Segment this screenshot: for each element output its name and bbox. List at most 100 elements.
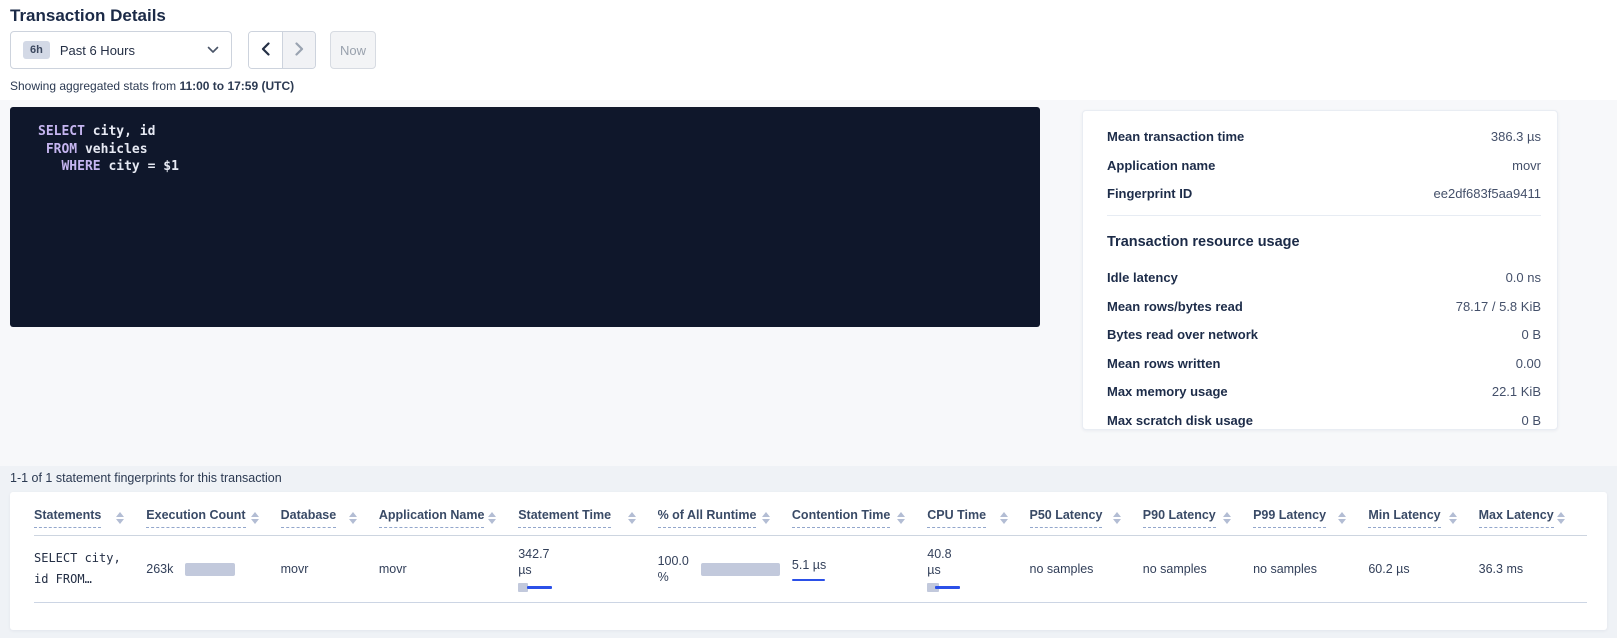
sort-arrows-icon[interactable] xyxy=(1557,512,1565,524)
column-header-application-name[interactable]: Application Name xyxy=(379,492,518,536)
sort-arrows-icon[interactable] xyxy=(897,512,905,524)
column-header-p50-latency[interactable]: P50 Latency xyxy=(1030,492,1143,536)
summary-value: 78.17 / 5.8 KiB xyxy=(1456,299,1541,314)
statement-fingerprint-link[interactable]: SELECT city, id FROM… xyxy=(34,548,134,590)
statement-time-bar xyxy=(518,583,560,592)
cpu-time-unit: µs xyxy=(927,562,1017,578)
summary-value: ee2df683f5aa9411 xyxy=(1434,186,1541,201)
time-range-label: Past 6 Hours xyxy=(60,43,207,58)
sql-text: city, id xyxy=(85,124,155,139)
summary-panel: Mean transaction time 386.3 µs Applicati… xyxy=(1082,110,1558,430)
execution-count-value: 263k xyxy=(146,562,173,576)
column-header-execution-count[interactable]: Execution Count xyxy=(146,492,280,536)
column-header-cpu-time[interactable]: CPU Time xyxy=(927,492,1029,536)
sql-keyword: FROM xyxy=(46,142,77,157)
sql-indent xyxy=(38,159,61,174)
sort-arrows-icon[interactable] xyxy=(762,512,770,524)
column-label: CPU Time xyxy=(927,508,986,528)
column-label: % of All Runtime xyxy=(658,508,757,528)
time-range-dropdown[interactable]: 6h Past 6 Hours xyxy=(10,31,232,69)
statement-cell[interactable]: SELECT city, id FROM… xyxy=(34,536,146,603)
column-header-database[interactable]: Database xyxy=(281,492,379,536)
runtime-percent-cell: 100.0 % xyxy=(658,536,792,603)
statement-row: SELECT city, id FROM… 263k movr movr xyxy=(34,536,1587,603)
chevron-down-icon xyxy=(207,41,219,59)
next-interval-button[interactable] xyxy=(282,32,315,68)
sort-arrows-icon[interactable] xyxy=(251,512,259,524)
column-header-runtime-percent[interactable]: % of All Runtime xyxy=(658,492,792,536)
summary-value: 0.00 xyxy=(1516,356,1541,371)
chevron-left-icon xyxy=(261,42,270,59)
summary-label: Bytes read over network xyxy=(1107,327,1258,342)
summary-label: Mean rows/bytes read xyxy=(1107,299,1243,314)
min-latency-cell: 60.2 µs xyxy=(1368,536,1478,603)
column-header-p90-latency[interactable]: P90 Latency xyxy=(1143,492,1253,536)
summary-row: Max memory usage 22.1 KiB xyxy=(1107,384,1541,399)
runtime-percent-bar xyxy=(701,563,780,576)
sort-arrows-icon[interactable] xyxy=(1000,512,1008,524)
sort-arrows-icon[interactable] xyxy=(1338,512,1346,524)
column-header-max-latency[interactable]: Max Latency xyxy=(1479,492,1587,536)
sort-arrows-icon[interactable] xyxy=(1113,512,1121,524)
summary-row: Bytes read over network 0 B xyxy=(1107,327,1541,342)
time-range-badge: 6h xyxy=(23,41,50,59)
sql-text: vehicles xyxy=(77,142,147,157)
contention-time-cell: 5.1 µs xyxy=(792,536,927,603)
statements-section: 1-1 of 1 statement fingerprints for this… xyxy=(0,466,1617,638)
column-label: P99 Latency xyxy=(1253,508,1326,528)
runtime-percent-value: 100.0 xyxy=(658,553,689,569)
sql-keyword: SELECT xyxy=(38,124,85,139)
summary-label: Application name xyxy=(1107,158,1215,173)
time-toolbar: 6h Past 6 Hours Now xyxy=(10,31,376,69)
previous-interval-button[interactable] xyxy=(249,32,282,68)
application-name-cell: movr xyxy=(379,536,518,603)
sort-arrows-icon[interactable] xyxy=(488,512,496,524)
resource-usage-heading: Transaction resource usage xyxy=(1107,234,1541,250)
now-button[interactable]: Now xyxy=(330,31,376,69)
sort-arrows-icon[interactable] xyxy=(628,512,636,524)
summary-label: Idle latency xyxy=(1107,270,1178,285)
statement-line: SELECT city, xyxy=(34,548,134,569)
page-title: Transaction Details xyxy=(10,6,166,26)
p99-latency-cell: no samples xyxy=(1253,536,1368,603)
summary-value: 0 B xyxy=(1521,327,1541,342)
column-header-statements[interactable]: Statements xyxy=(34,492,146,536)
summary-row: Mean rows written 0.00 xyxy=(1107,356,1541,371)
statements-table: Statements Execution Count Database Appl… xyxy=(34,492,1587,603)
statement-time-value: 342.7 xyxy=(518,546,645,562)
p90-latency-cell: no samples xyxy=(1143,536,1253,603)
aggregation-range-value: 11:00 to 17:59 (UTC) xyxy=(179,79,294,93)
table-header-row: Statements Execution Count Database Appl… xyxy=(34,492,1587,536)
p50-latency-cell: no samples xyxy=(1030,536,1143,603)
aggregation-range-text: Showing aggregated stats from 11:00 to 1… xyxy=(10,79,294,93)
contention-time-bar xyxy=(792,579,825,582)
summary-value: 0 B xyxy=(1521,413,1541,428)
contention-time-value: 5.1 µs xyxy=(792,557,915,573)
sql-keyword: WHERE xyxy=(61,159,100,174)
execution-count-bar xyxy=(185,563,235,576)
statements-table-card: Statements Execution Count Database Appl… xyxy=(10,492,1607,630)
column-label: Database xyxy=(281,508,337,528)
sort-arrows-icon[interactable] xyxy=(1223,512,1231,524)
statement-line: id FROM… xyxy=(34,569,134,590)
cpu-time-cell: 40.8 µs xyxy=(927,536,1029,603)
column-label: Statements xyxy=(34,508,101,528)
column-label: Statement Time xyxy=(518,508,611,528)
sql-statement-text: SELECT city, id FROM vehicles WHERE city… xyxy=(38,123,1012,176)
sql-statement-box: SELECT city, id FROM vehicles WHERE city… xyxy=(10,107,1040,327)
sort-arrows-icon[interactable] xyxy=(349,512,357,524)
statement-time-unit: µs xyxy=(518,562,645,578)
column-header-statement-time[interactable]: Statement Time xyxy=(518,492,657,536)
summary-row: Idle latency 0.0 ns xyxy=(1107,270,1541,285)
column-header-contention-time[interactable]: Contention Time xyxy=(792,492,927,536)
summary-value: 0.0 ns xyxy=(1506,270,1541,285)
summary-row: Application name movr xyxy=(1107,158,1541,173)
column-header-p99-latency[interactable]: P99 Latency xyxy=(1253,492,1368,536)
chevron-right-icon xyxy=(295,42,304,59)
sort-arrows-icon[interactable] xyxy=(1449,512,1457,524)
column-header-min-latency[interactable]: Min Latency xyxy=(1368,492,1478,536)
summary-label: Mean rows written xyxy=(1107,356,1220,371)
sort-arrows-icon[interactable] xyxy=(116,512,124,524)
aggregation-range-prefix: Showing aggregated stats from xyxy=(10,79,179,93)
summary-row: Mean transaction time 386.3 µs xyxy=(1107,129,1541,144)
